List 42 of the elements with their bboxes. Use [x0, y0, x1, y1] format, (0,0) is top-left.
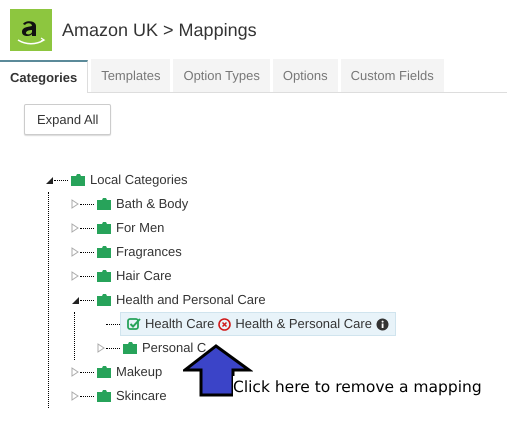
expand-arrow-icon[interactable] [70, 199, 80, 209]
tree-item-label[interactable]: Makeup [116, 362, 162, 382]
folder-icon [96, 245, 112, 259]
tab[interactable]: Templates [91, 59, 170, 92]
page-title: Amazon UK > Mappings [62, 18, 257, 42]
expand-all-button[interactable]: Expand All [24, 104, 112, 135]
expand-arrow-icon[interactable] [70, 367, 80, 377]
annotation-text: Click here to remove a mapping [233, 376, 482, 400]
folder-icon [96, 365, 112, 379]
expand-arrow-icon[interactable] [70, 247, 80, 257]
folder-icon [96, 293, 112, 307]
mapped-tree-item[interactable]: Health Care Health & Personal Care [120, 312, 396, 336]
tab[interactable]: Options [272, 59, 338, 92]
collapse-arrow-icon[interactable] [44, 175, 54, 185]
check-square-icon [127, 317, 141, 331]
tree-item-label[interactable]: Bath & Body [116, 194, 188, 214]
info-icon[interactable] [376, 318, 389, 330]
folder-icon [96, 197, 112, 211]
folder-icon [96, 269, 112, 283]
folder-icon [122, 341, 138, 355]
tree-item-label: Health Care [145, 315, 214, 334]
tab[interactable]: Categories [0, 60, 88, 93]
remove-mapping-icon[interactable] [218, 318, 232, 330]
expand-arrow-icon[interactable] [70, 223, 80, 233]
folder-icon [96, 389, 112, 403]
tree-item-label[interactable]: Personal C [142, 338, 206, 358]
folder-icon [70, 173, 86, 187]
tree-item-label[interactable]: Local Categories [90, 170, 188, 190]
folder-icon [96, 221, 112, 235]
logo [10, 9, 52, 51]
tree-item-label[interactable]: Hair Care [116, 266, 172, 286]
tree-item-label[interactable]: For Men [116, 218, 164, 238]
collapse-arrow-icon[interactable] [70, 295, 80, 305]
tab[interactable]: Custom Fields [340, 59, 444, 92]
expand-arrow-icon[interactable] [70, 391, 80, 401]
tab[interactable]: Option Types [173, 59, 270, 92]
tree-item-label[interactable]: Health and Personal Care [116, 290, 266, 310]
tree-item-label[interactable]: Fragrances [116, 242, 182, 262]
expand-arrow-icon[interactable] [96, 343, 106, 353]
tree-item-label[interactable]: Skincare [116, 386, 167, 406]
expand-arrow-icon[interactable] [70, 271, 80, 281]
mapping-label: Health & Personal Care [235, 315, 372, 334]
